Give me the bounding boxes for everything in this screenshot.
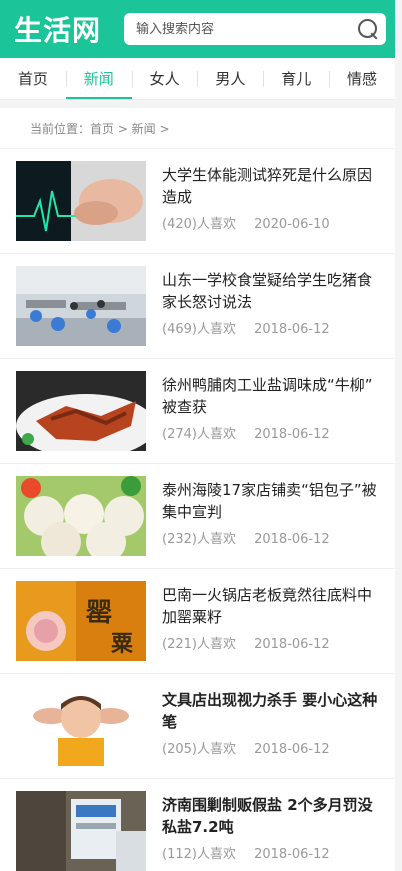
list-item[interactable]: 泰州海陵17家店铺卖“铝包子”被集中宣判 (232)人喜欢 2018-06-12 [0,464,395,569]
nav-item-men[interactable]: 男人 [197,58,263,99]
section-gap [0,100,395,108]
article-date: 2018-06-12 [254,847,330,862]
nav-bar: 首页 新闻 女人 男人 育儿 情感 [0,58,395,100]
article-thumbnail[interactable] [16,266,146,346]
article-info: 文具店出现视力杀手 要小心这种笔 (205)人喜欢 2018-06-12 [162,686,382,757]
article-likes: (420)人喜欢 [162,217,236,232]
article-date: 2018-06-12 [254,742,330,757]
article-thumbnail[interactable] [16,791,146,871]
article-date: 2018-06-12 [254,532,330,547]
article-title[interactable]: 济南围剿制贩假盐 2个多月罚没私盐7.2吨 [162,794,382,838]
nav-item-news[interactable]: 新闻 [65,58,132,99]
article-title[interactable]: 徐州鸭脯肉工业盐调味成“牛柳” 被查获 [162,374,382,418]
article-meta: (232)人喜欢 2018-06-12 [162,528,382,547]
search-icon[interactable] [356,17,380,41]
nav-item-parenting[interactable]: 育儿 [263,58,329,99]
article-thumbnail[interactable] [16,161,146,241]
article-likes: (112)人喜欢 [162,847,236,862]
article-info: 巴南一火锅店老板竟然往底料中加罂粟籽 (221)人喜欢 2018-06-12 [162,581,382,652]
article-title[interactable]: 大学生体能测试猝死是什么原因造成 [162,164,382,208]
article-thumbnail[interactable] [16,371,146,451]
article-thumbnail[interactable] [16,476,146,556]
article-info: 泰州海陵17家店铺卖“铝包子”被集中宣判 (232)人喜欢 2018-06-12 [162,476,382,547]
nav-item-women[interactable]: 女人 [131,58,198,99]
article-meta: (112)人喜欢 2018-06-12 [162,843,382,862]
article-likes: (205)人喜欢 [162,742,236,757]
header: 生活网 [0,0,395,58]
article-meta: (420)人喜欢 2020-06-10 [162,213,382,232]
article-date: 2018-06-12 [254,322,330,337]
article-title[interactable]: 巴南一火锅店老板竟然往底料中加罂粟籽 [162,584,382,628]
search-input[interactable] [136,21,356,37]
article-thumbnail[interactable] [16,686,146,766]
list-item[interactable]: 徐州鸭脯肉工业盐调味成“牛柳” 被查获 (274)人喜欢 2018-06-12 [0,359,395,464]
article-info: 济南围剿制贩假盐 2个多月罚没私盐7.2吨 (112)人喜欢 2018-06-1… [162,791,382,862]
nav-item-emotion[interactable]: 情感 [329,58,395,99]
article-likes: (469)人喜欢 [162,322,236,337]
list-item[interactable]: 大学生体能测试猝死是什么原因造成 (420)人喜欢 2020-06-10 [0,149,395,254]
article-likes: (274)人喜欢 [162,427,236,442]
svg-text:罂: 罂 [86,598,112,628]
svg-text:粟: 粟 [111,632,134,657]
list-item[interactable]: 罂 粟 巴南一火锅店老板竟然往底料中加罂粟籽 (221)人喜欢 2018-06-… [0,569,395,674]
article-meta: (205)人喜欢 2018-06-12 [162,738,382,757]
site-logo[interactable]: 生活网 [14,9,124,49]
article-title[interactable]: 山东一学校食堂疑给学生吃猪食 家长怒讨说法 [162,269,382,313]
article-meta: (469)人喜欢 2018-06-12 [162,318,382,337]
breadcrumb: 当前位置：首页 > 新闻 > [0,108,395,149]
page: 生活网 首页 新闻 女人 男人 育儿 情感 当前位置：首页 > 新闻 > [0,0,395,871]
article-date: 2018-06-12 [254,427,330,442]
article-date: 2020-06-10 [254,217,330,232]
article-info: 徐州鸭脯肉工业盐调味成“牛柳” 被查获 (274)人喜欢 2018-06-12 [162,371,382,442]
article-thumbnail[interactable]: 罂 粟 [16,581,146,661]
article-date: 2018-06-12 [254,637,330,652]
article-info: 山东一学校食堂疑给学生吃猪食 家长怒讨说法 (469)人喜欢 2018-06-1… [162,266,382,337]
article-likes: (221)人喜欢 [162,637,236,652]
article-title[interactable]: 泰州海陵17家店铺卖“铝包子”被集中宣判 [162,479,382,523]
article-list: 大学生体能测试猝死是什么原因造成 (420)人喜欢 2020-06-10 山东一… [0,149,395,871]
search-box [124,13,386,45]
article-title[interactable]: 文具店出现视力杀手 要小心这种笔 [162,689,382,733]
article-meta: (221)人喜欢 2018-06-12 [162,633,382,652]
nav-item-home[interactable]: 首页 [0,58,66,99]
article-info: 大学生体能测试猝死是什么原因造成 (420)人喜欢 2020-06-10 [162,161,382,232]
article-meta: (274)人喜欢 2018-06-12 [162,423,382,442]
list-item[interactable]: 山东一学校食堂疑给学生吃猪食 家长怒讨说法 (469)人喜欢 2018-06-1… [0,254,395,359]
list-item[interactable]: 济南围剿制贩假盐 2个多月罚没私盐7.2吨 (112)人喜欢 2018-06-1… [0,779,395,871]
list-item[interactable]: 文具店出现视力杀手 要小心这种笔 (205)人喜欢 2018-06-12 [0,674,395,779]
article-likes: (232)人喜欢 [162,532,236,547]
